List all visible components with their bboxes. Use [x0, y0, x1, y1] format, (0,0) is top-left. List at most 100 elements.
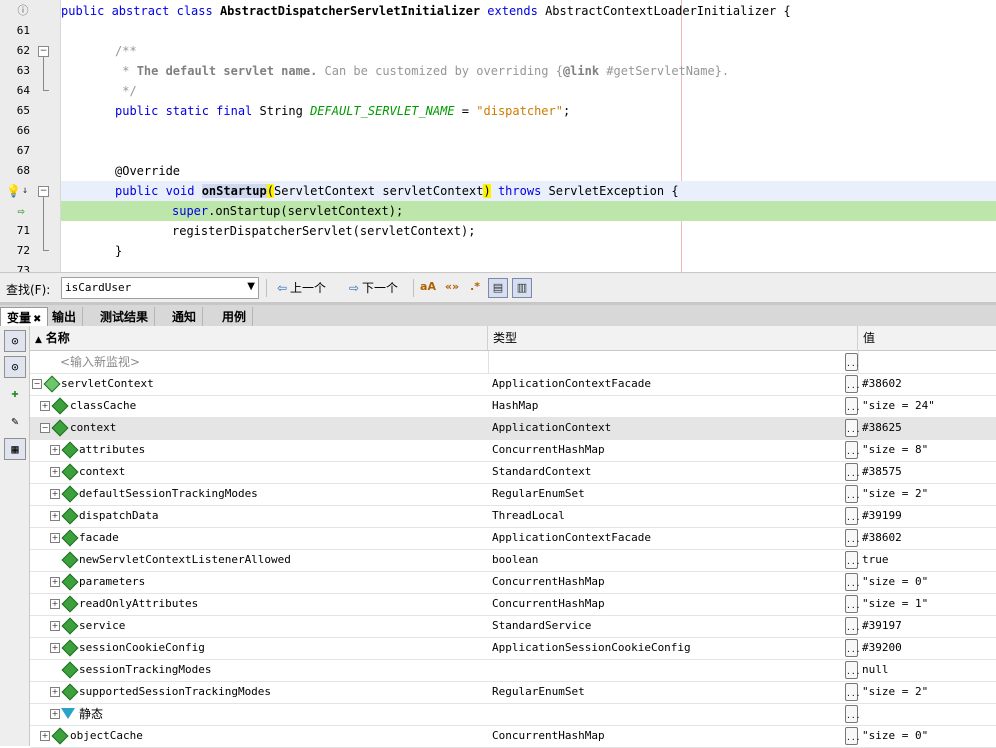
- gutter-row-class: ⓘ: [0, 1, 60, 21]
- whole-words-icon[interactable]: «»: [443, 278, 461, 296]
- tab-test-results[interactable]: 测试结果: [94, 307, 156, 327]
- collapse-icon[interactable]: −: [32, 379, 42, 389]
- table-row[interactable]: + objectCache ConcurrentHashMap ... "siz…: [30, 725, 996, 748]
- show-watches-icon[interactable]: ⊙: [4, 330, 26, 352]
- table-row-static[interactable]: + 静态 ...: [30, 703, 996, 726]
- method-name-highlight: onStartup: [201, 184, 267, 198]
- table-row[interactable]: + context StandardContext ... #38575: [30, 461, 996, 484]
- field-icon: [61, 617, 79, 635]
- field-icon: [61, 683, 79, 701]
- expand-icon[interactable]: +: [50, 533, 60, 543]
- find-input[interactable]: isCardUser ▼: [61, 277, 259, 299]
- column-header-type[interactable]: 类型: [488, 326, 858, 350]
- table-row[interactable]: + classCache HashMap ... "size = 24": [30, 395, 996, 418]
- code-area[interactable]: public abstract class AbstractDispatcher…: [61, 0, 996, 272]
- expand-icon[interactable]: +: [50, 489, 60, 499]
- expand-icon[interactable]: +: [50, 577, 60, 587]
- class-name: AbstractDispatcherServletInitializer: [219, 4, 481, 18]
- field-icon: [51, 727, 69, 745]
- expand-icon[interactable]: +: [40, 731, 50, 741]
- field-icon: [61, 551, 79, 569]
- close-icon[interactable]: ✖: [33, 314, 41, 325]
- tab-variables[interactable]: 变量 ✖: [0, 307, 49, 328]
- regex-icon[interactable]: .*: [466, 278, 484, 296]
- table-row[interactable]: sessionTrackingModes ... null: [30, 659, 996, 682]
- expand-icon[interactable]: +: [50, 599, 60, 609]
- expand-icon[interactable]: +: [50, 467, 60, 477]
- table-row[interactable]: + defaultSessionTrackingModes RegularEnu…: [30, 483, 996, 506]
- chevron-down-icon[interactable]: ▼: [247, 281, 255, 292]
- expand-icon[interactable]: +: [50, 643, 60, 653]
- customize-value-button[interactable]: ...: [845, 353, 860, 371]
- expand-icon[interactable]: +: [50, 621, 60, 631]
- customize-value-button[interactable]: ...: [845, 441, 860, 459]
- customize-value-button[interactable]: ...: [845, 661, 860, 679]
- table-row[interactable]: + service StandardService ... #39197: [30, 615, 996, 638]
- customize-value-button[interactable]: ...: [845, 419, 860, 437]
- table-row[interactable]: + dispatchData ThreadLocal ... #39199: [30, 505, 996, 528]
- customize-value-button[interactable]: ...: [845, 639, 860, 657]
- show-values-icon[interactable]: ▦: [4, 438, 26, 460]
- match-case-icon[interactable]: aA: [419, 278, 437, 296]
- table-row-selected[interactable]: − context ApplicationContext ... #38625: [30, 417, 996, 440]
- customize-value-button[interactable]: ...: [845, 551, 860, 569]
- table-row-new-watch[interactable]: <输入新监视> ...: [30, 351, 996, 374]
- field-icon: [61, 529, 79, 547]
- tab-output[interactable]: 输出: [46, 307, 84, 327]
- find-previous-button[interactable]: ⇦ 上一个: [274, 278, 326, 298]
- step-into-icon[interactable]: ↓: [18, 184, 32, 198]
- customize-value-button[interactable]: ...: [845, 705, 860, 723]
- customize-value-button[interactable]: ...: [845, 617, 860, 635]
- table-row[interactable]: + parameters ConcurrentHashMap ... "size…: [30, 571, 996, 594]
- field-icon: [61, 639, 79, 657]
- code-editor[interactable]: ⓘ 61 62 − 63 64 65 66 67 68 💡 ↓ − ⇨ 71 7…: [0, 0, 996, 272]
- customize-value-button[interactable]: ...: [845, 485, 860, 503]
- customize-value-button[interactable]: ...: [845, 683, 860, 701]
- customize-value-button[interactable]: ...: [845, 507, 860, 525]
- customize-value-button[interactable]: ...: [845, 595, 860, 613]
- tab-notifications[interactable]: 通知: [166, 307, 204, 327]
- variables-table-body: <输入新监视> ... − servletContext Application…: [30, 351, 996, 748]
- expand-icon[interactable]: +: [50, 709, 60, 719]
- column-header-name[interactable]: ▲ 名称: [30, 326, 488, 350]
- customize-value-button[interactable]: ...: [845, 397, 860, 415]
- table-row[interactable]: − servletContext ApplicationContextFacad…: [30, 373, 996, 396]
- field-icon: [61, 661, 79, 679]
- wrap-around-icon[interactable]: ▥: [512, 278, 532, 298]
- table-row[interactable]: + facade ApplicationContextFacade ... #3…: [30, 527, 996, 550]
- variables-table-header: ▲ 名称 类型 值: [30, 326, 996, 351]
- show-static-icon[interactable]: ⊙: [4, 356, 26, 378]
- highlight-results-icon[interactable]: ▤: [488, 278, 508, 298]
- find-next-button[interactable]: ⇨ 下一个: [346, 278, 398, 298]
- expand-icon[interactable]: +: [40, 401, 50, 411]
- new-watch-icon[interactable]: ✚: [4, 382, 26, 404]
- field-icon: [43, 375, 61, 393]
- customize-value-button[interactable]: ...: [845, 375, 860, 393]
- customize-value-button[interactable]: ...: [845, 463, 860, 481]
- code-line-comment-open: /**: [115, 44, 137, 58]
- expand-icon[interactable]: +: [50, 511, 60, 521]
- override-marker-icon[interactable]: ⓘ: [16, 4, 30, 18]
- table-row[interactable]: + sessionCookieConfig ApplicationSession…: [30, 637, 996, 660]
- tab-use-cases[interactable]: 用例: [216, 307, 254, 327]
- line-number: 73: [16, 264, 30, 272]
- code-line-annotation: @Override: [115, 164, 181, 178]
- filter-icon[interactable]: ✎: [4, 410, 26, 432]
- line-number: 66: [16, 124, 30, 137]
- customize-value-button[interactable]: ...: [845, 529, 860, 547]
- code-line-class-declaration: public abstract class AbstractDispatcher…: [61, 4, 791, 18]
- expand-icon[interactable]: +: [50, 687, 60, 697]
- table-row[interactable]: + readOnlyAttributes ConcurrentHashMap .…: [30, 593, 996, 616]
- field-icon: [61, 485, 79, 503]
- customize-value-button[interactable]: ...: [845, 727, 860, 745]
- table-row[interactable]: newServletContextListenerAllowed boolean…: [30, 549, 996, 572]
- collapse-icon[interactable]: −: [40, 423, 50, 433]
- customize-value-button[interactable]: ...: [845, 573, 860, 591]
- program-counter-arrow-icon: ⇨: [17, 204, 25, 218]
- expand-icon[interactable]: +: [50, 445, 60, 455]
- table-row[interactable]: + supportedSessionTrackingModes RegularE…: [30, 681, 996, 704]
- code-line-register: registerDispatcherServlet(servletContext…: [172, 224, 476, 238]
- column-header-value[interactable]: 值: [858, 326, 993, 350]
- table-row[interactable]: + attributes ConcurrentHashMap ... "size…: [30, 439, 996, 462]
- code-line-current-debug: super.onStartup(servletContext);: [61, 201, 996, 221]
